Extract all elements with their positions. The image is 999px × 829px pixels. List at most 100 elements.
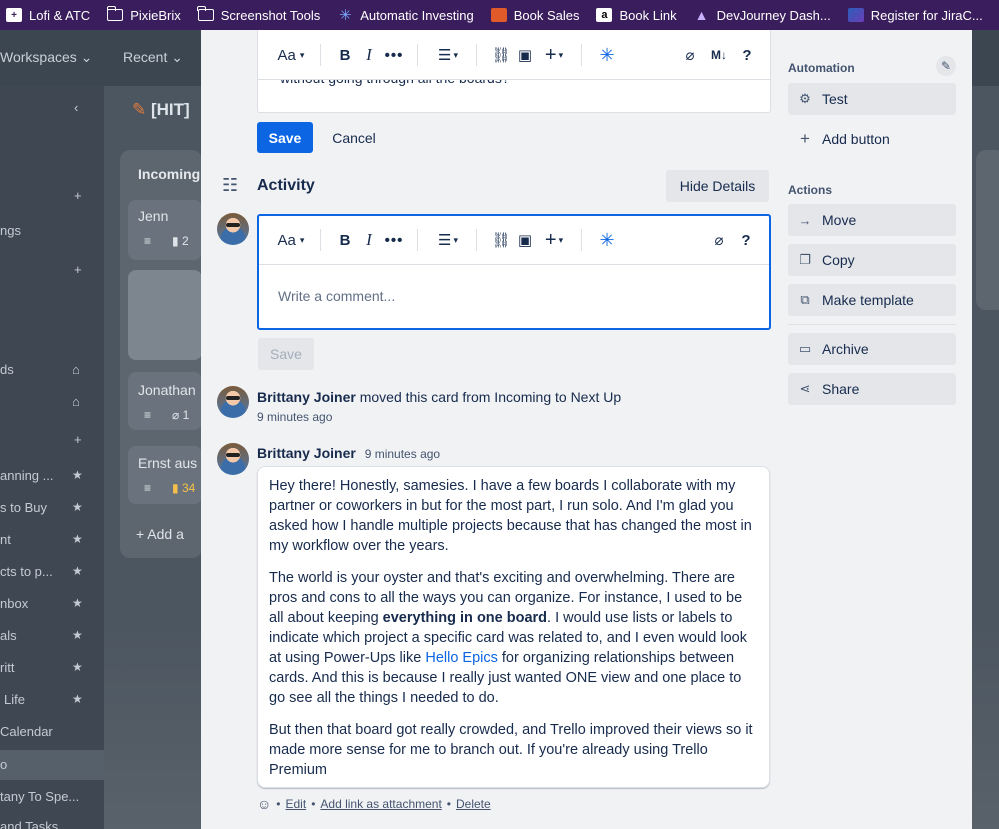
- board-sidebar: [0, 86, 104, 829]
- description-cancel-button[interactable]: Cancel: [322, 122, 386, 153]
- sidebar-item[interactable]: o: [0, 757, 7, 772]
- edit-pencil-icon[interactable]: ✎: [936, 56, 956, 76]
- description-save-button[interactable]: Save: [257, 122, 313, 153]
- comment-input[interactable]: Write a comment...: [278, 288, 395, 304]
- collapse-icon[interactable]: ‹: [74, 100, 78, 115]
- comment-editor[interactable]: Aa ▾ B I ••• ☰ ▾ ⛓ ▣ + ▾ ✳ ⌀ ? Write a comm…: [257, 214, 771, 330]
- list-dropdown[interactable]: ☰▾: [430, 228, 466, 252]
- bookmark-automatic-investing[interactable]: ✳ Automatic Investing: [337, 7, 474, 24]
- copy-button[interactable]: ❐ Copy: [788, 244, 956, 276]
- add-link-attachment-link[interactable]: Add link as attachment: [320, 797, 441, 811]
- sidebar-item[interactable]: nt: [0, 532, 11, 547]
- test-button[interactable]: ⚙ Test: [788, 83, 956, 115]
- bg-card-image[interactable]: [128, 270, 202, 360]
- sidebar-item[interactable]: ritt: [0, 660, 14, 675]
- attachment-icon[interactable]: ⌀: [705, 228, 733, 252]
- comment-paragraph: But then that board got really crowded, …: [269, 722, 753, 778]
- image-icon[interactable]: ▣: [513, 43, 537, 67]
- sidebar-item[interactable]: Life: [4, 692, 25, 707]
- plus-icon[interactable]: +: [74, 262, 82, 277]
- italic-button[interactable]: I: [357, 43, 381, 67]
- bookmark-book-sales[interactable]: Book Sales: [490, 8, 579, 23]
- folder-icon: [197, 6, 214, 22]
- more-formatting-button[interactable]: •••: [381, 43, 407, 67]
- hello-epics-link[interactable]: Hello Epics: [425, 650, 498, 666]
- text-style-dropdown[interactable]: Aa▾: [272, 43, 310, 67]
- bg-card[interactable]: [128, 372, 202, 430]
- star-icon[interactable]: ★: [72, 628, 83, 642]
- delete-comment-link[interactable]: Delete: [456, 797, 491, 811]
- nav-recent[interactable]: Recent ⌄: [123, 49, 183, 66]
- link-icon[interactable]: ⛓: [489, 43, 513, 67]
- description-toolbar-row: Aa ▾ B I ••• ☰ ▾ ⛓ ▣ + ▾ ✳ ⌀ M↓ ?: [258, 30, 770, 80]
- hide-details-button[interactable]: Hide Details: [666, 170, 769, 202]
- star-icon[interactable]: ★: [72, 596, 83, 610]
- italic-button[interactable]: I: [357, 228, 381, 252]
- add-card-button[interactable]: + Add a: [136, 526, 184, 542]
- share-button[interactable]: ⋖ Share: [788, 373, 956, 405]
- archive-button[interactable]: ▭ Archive: [788, 333, 956, 365]
- insert-dropdown[interactable]: +▾: [537, 43, 571, 67]
- plus-icon[interactable]: +: [74, 432, 82, 447]
- comment-save-button[interactable]: Save: [258, 338, 314, 370]
- sidebar-item[interactable]: als: [0, 628, 17, 643]
- bookmark-screenshot-tools[interactable]: Screenshot Tools: [197, 6, 320, 23]
- sidebar-item[interactable]: cts to p...: [0, 564, 53, 579]
- sidebar-item[interactable]: tany To Spe...: [0, 789, 79, 804]
- sidebar-item[interactable]: and Tasks: [0, 819, 58, 829]
- star-icon[interactable]: ★: [72, 564, 83, 578]
- add-button-button[interactable]: + Add button: [788, 123, 956, 155]
- ai-sparkle-icon[interactable]: ✳: [594, 43, 620, 67]
- comment-user[interactable]: Brittany Joiner: [257, 445, 356, 461]
- image-icon[interactable]: ▣: [513, 228, 537, 252]
- snowflake-icon: ✳: [338, 7, 352, 24]
- markdown-button[interactable]: M↓: [704, 43, 734, 67]
- star-icon[interactable]: ★: [72, 692, 83, 706]
- star-icon[interactable]: ★: [72, 660, 83, 674]
- attachment-icon: ⌀ 1: [172, 408, 190, 422]
- more-formatting-button[interactable]: •••: [381, 228, 407, 252]
- chevron-down-icon: ▾: [299, 49, 305, 60]
- edit-comment-link[interactable]: Edit: [286, 797, 307, 811]
- emoji-reaction-icon[interactable]: ☺: [257, 796, 271, 812]
- bg-card-title: Jenn: [138, 208, 169, 224]
- activity-user[interactable]: Brittany Joiner: [257, 389, 356, 405]
- avatar[interactable]: [217, 213, 249, 245]
- insert-dropdown[interactable]: +▾: [537, 228, 571, 252]
- comment-timestamp[interactable]: 9 minutes ago: [365, 447, 440, 461]
- help-button[interactable]: ?: [733, 228, 759, 252]
- bookmark-pixiebrix[interactable]: PixieBrix: [106, 6, 181, 23]
- board-title[interactable]: ✎ [HIT]: [132, 100, 190, 120]
- list-dropdown[interactable]: ☰▾: [430, 43, 466, 67]
- avatar[interactable]: [217, 443, 249, 475]
- bold-button[interactable]: B: [333, 228, 357, 252]
- link-icon[interactable]: ⛓: [489, 228, 513, 252]
- board-title-text: [HIT]: [150, 100, 190, 119]
- make-template-button[interactable]: ⧉ Make template: [788, 284, 956, 316]
- sidebar-item[interactable]: Calendar: [0, 724, 53, 739]
- nav-workspaces[interactable]: Workspaces ⌄: [0, 49, 92, 66]
- avatar[interactable]: [217, 386, 249, 418]
- sidebar-item[interactable]: nbox: [0, 596, 28, 611]
- text-style-dropdown[interactable]: Aa▾: [272, 228, 310, 252]
- star-icon[interactable]: ★: [72, 468, 83, 482]
- sidebar-item[interactable]: ds: [0, 362, 14, 377]
- lock-icon: ⌂: [72, 394, 80, 409]
- bookmark-devjourney[interactable]: ▲ DevJourney Dash...: [694, 7, 831, 23]
- sidebar-item[interactable]: anning ...: [0, 468, 54, 483]
- help-button[interactable]: ?: [734, 43, 760, 67]
- star-icon[interactable]: ★: [72, 532, 83, 546]
- bookmark-jira[interactable]: Register for JiraC...: [847, 8, 983, 23]
- move-button[interactable]: → Move: [788, 204, 956, 236]
- ai-sparkle-icon[interactable]: ✳: [594, 228, 620, 252]
- bold-button[interactable]: B: [333, 43, 357, 67]
- sidebar-item[interactable]: s to Buy: [0, 500, 47, 515]
- sidebar-item[interactable]: ngs: [0, 223, 21, 238]
- activity-timestamp[interactable]: 9 minutes ago: [257, 410, 332, 424]
- bookmark-book-link[interactable]: a Book Link: [596, 8, 677, 23]
- star-icon[interactable]: ★: [72, 500, 83, 514]
- plus-icon[interactable]: +: [74, 188, 82, 203]
- attachment-icon[interactable]: ⌀: [676, 43, 704, 67]
- activity-icon: ☷: [222, 175, 239, 195]
- bookmark-lofi[interactable]: + Lofi & ATC: [6, 8, 90, 23]
